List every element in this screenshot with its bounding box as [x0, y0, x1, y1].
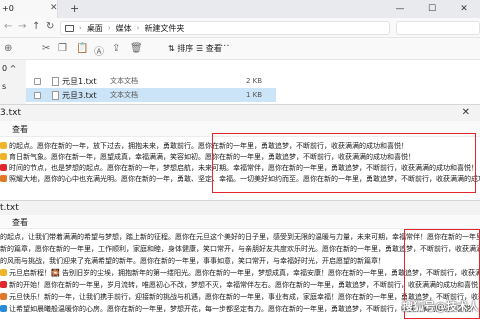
- sidebar-item[interactable]: s: [2, 82, 6, 91]
- text-line: 育日新气象。愿你在新一年，愿望成真，幸福满满，笑容如初。愿你在新的一年里，勇敢追…: [0, 152, 480, 162]
- maximize-icon[interactable]: ☐: [416, 0, 448, 18]
- file-size: 1 KB: [246, 91, 263, 99]
- notepad-window-1: 3.txt ✕ 查看 的起点。愿你在新的一年，放下过去，拥抱未来，勇敢前行。愿你…: [0, 104, 480, 200]
- more-button[interactable]: ···: [220, 41, 230, 52]
- breadcrumb-media[interactable]: 媒体: [116, 23, 132, 34]
- new-item-icon[interactable]: ⊕: [4, 43, 12, 54]
- line-text: 的起点，让我们带着满满的希望与梦想，踏上新的征程。愿你在元旦这个美好的日子里，感…: [0, 233, 480, 241]
- up-arrow-icon[interactable]: ↑: [32, 21, 40, 32]
- title-bar: +0 ✕ + — ☐ ✕: [0, 0, 480, 18]
- file-explorer-window: +0 ✕ + — ☐ ✕ ← → ↑ ↻ › 桌面 › 媒体 › 新建文件夹 ⊕…: [0, 0, 480, 104]
- address-bar[interactable]: › 桌面 › 媒体 › 新建文件夹: [60, 21, 390, 35]
- rename-icon[interactable]: Ⓐ: [94, 43, 104, 58]
- file-type: 文本文档: [110, 91, 138, 99]
- window-controls: — ☐ ✕: [384, 0, 480, 18]
- line-text: 育日新气象。愿你在新一年，愿望成真，幸福满满，笑容如初。愿你在新的一年里，勇敢追…: [9, 153, 415, 161]
- text-line: 的起点。愿你在新的一年，放下过去，拥抱未来，勇敢前行。愿你在新的一年里，勇敢追梦…: [0, 141, 480, 151]
- emoji-icon: [0, 305, 7, 312]
- close-window-icon[interactable]: ✕: [448, 0, 480, 18]
- file-row[interactable]: 元旦3.txt 文本文档 1 KB: [26, 88, 276, 102]
- line-text: 照耀大地，愿你的心中也充满光明。愿你在新的一年，勇敢、坚定、幸福。一切美好如约而…: [9, 175, 480, 183]
- text-line: 新的开始！愿你在新的一年里，岁月流转，唯愿初心不改，梦想不灭，幸福常伴左右。愿你…: [0, 279, 480, 291]
- refresh-icon[interactable]: ↻: [46, 21, 54, 32]
- sidebar-item[interactable]: 0 ^: [2, 64, 16, 73]
- line-text: 的风雨与挑战，我们迎来了充满希望的新年。愿你在新的一年里，事事如意，笑口常开，与…: [0, 257, 385, 265]
- close-tab-icon[interactable]: ✕: [50, 3, 57, 13]
- chevron-right-icon: ›: [107, 24, 111, 32]
- menu-view[interactable]: 查看: [12, 124, 28, 135]
- text-line: 时间的节点，也是梦想的起点。愿你在新的一年，梦想启航，未来可期。幸福常伴，愿你在…: [0, 163, 480, 173]
- text-line: 元旦启新程！🎇 告别旧岁的尘埃，拥抱新年的第一缕阳光。愿你在新的一年里，梦想成真…: [0, 267, 480, 279]
- tab-title: +0: [2, 4, 14, 13]
- cut-icon[interactable]: ✂: [42, 43, 50, 54]
- chevron-right-icon: ›: [79, 24, 82, 32]
- search-input[interactable]: [396, 21, 480, 35]
- notepad-filename: 3.txt: [0, 108, 21, 118]
- text-line: 的起点，让我们带着满满的希望与梦想，踏上新的征程。愿你在元旦这个美好的日子里，感…: [0, 231, 480, 243]
- file-type: 文本文档: [110, 77, 138, 85]
- line-text: 时间的节点，也是梦想的起点。愿你在新的一年，梦想启航，未来可期。幸福常伴，愿你在…: [9, 164, 478, 172]
- navigation-pane: 0 ^ s: [0, 60, 26, 104]
- file-row[interactable]: 元旦1.txt 文本文档 2 KB: [26, 74, 276, 88]
- file-list: 元旦1.txt 文本文档 2 KB 元旦3.txt 文本文档 1 KB: [26, 60, 480, 104]
- text-line: 照耀大地，愿你的心中也充满光明。愿你在新的一年，勇敢、坚定、幸福。一切美好如约而…: [0, 174, 480, 184]
- emoji-icon: [0, 153, 7, 160]
- sort-button[interactable]: ⇅ 排序: [168, 43, 193, 54]
- emoji-icon: [0, 175, 7, 182]
- explorer-tab[interactable]: +0 ✕: [0, 0, 58, 18]
- command-toolbar: ⊕ ✂ ❐ 📋 Ⓐ ⇪ 🗑 ⇅ 排序 ☰ 查看 ···: [0, 38, 480, 60]
- line-text: 元旦启新程！🎇 告别旧岁的尘埃，拥抱新年的第一缕阳光。愿你在新的一年里，梦想成真…: [9, 269, 480, 277]
- copy-icon[interactable]: ❐: [58, 43, 67, 54]
- checkbox[interactable]: [34, 91, 41, 99]
- share-icon[interactable]: ⇪: [112, 43, 120, 54]
- minimize-icon[interactable]: —: [384, 0, 416, 18]
- close-icon[interactable]: ✕: [462, 107, 470, 118]
- new-tab-icon[interactable]: +: [70, 2, 79, 15]
- notepad-menu-bar: 查看: [0, 215, 480, 229]
- chevron-right-icon: ›: [136, 24, 140, 32]
- sort-label: 排序: [177, 44, 194, 53]
- file-name: 元旦1.txt: [62, 76, 97, 86]
- checkbox[interactable]: [34, 77, 41, 85]
- forward-arrow-icon[interactable]: →: [18, 21, 26, 32]
- text-line: 的风雨与挑战，我们迎来了充满希望的新年。愿你在新的一年里，事事如意，笑口常开，与…: [0, 255, 480, 267]
- monitor-icon: [65, 24, 74, 32]
- delete-icon[interactable]: 🗑: [130, 43, 143, 54]
- emoji-icon: [0, 293, 7, 300]
- line-text: 新的开始！愿你在新的一年里，岁月流转，唯愿初心不改，梦想不灭，幸福常伴左右。愿你…: [9, 281, 480, 289]
- breadcrumb-desktop[interactable]: 桌面: [87, 23, 103, 34]
- text-file-icon: [52, 76, 59, 86]
- notepad-title-bar: 3.txt ✕: [0, 105, 480, 121]
- view-button[interactable]: ☰ 查看: [196, 43, 222, 54]
- line-text: 新的篇章，愿你在新的一年里，工作顺利，家庭和睦，身体健康，笑口常开，与亲朋好友共…: [0, 245, 480, 253]
- line-text: 的起点。愿你在新的一年，放下过去，拥抱未来，勇敢前行。愿你在新的一年里，勇敢追梦…: [9, 142, 408, 150]
- watermark-text: 搜狐号@技术人: [402, 300, 479, 313]
- emoji-icon: [0, 164, 7, 171]
- emoji-icon: [0, 269, 7, 276]
- notepad-title-bar: t.txt: [0, 201, 480, 215]
- file-size: 2 KB: [246, 77, 263, 85]
- emoji-icon: [0, 281, 7, 288]
- menu-view[interactable]: 查看: [12, 217, 28, 228]
- text-line: 新的篇章，愿你在新的一年里，工作顺利，家庭和睦，身体健康，笑口常开，与亲朋好友共…: [0, 243, 480, 255]
- breadcrumb-new-folder[interactable]: 新建文件夹: [144, 23, 184, 34]
- text-file-icon: [52, 90, 59, 100]
- paste-icon[interactable]: 📋: [76, 43, 88, 54]
- emoji-icon: [0, 142, 7, 149]
- back-arrow-icon[interactable]: ←: [4, 21, 12, 32]
- notepad-text-area[interactable]: 的起点。愿你在新的一年，放下过去，拥抱未来，勇敢前行。愿你在新的一年里，勇敢追梦…: [0, 137, 480, 201]
- file-name: 元旦3.txt: [62, 90, 97, 100]
- notepad-filename: t.txt: [0, 203, 19, 213]
- navigation-bar: ← → ↑ ↻ › 桌面 › 媒体 › 新建文件夹: [0, 18, 480, 38]
- notepad-menu-bar: 查看: [0, 121, 480, 137]
